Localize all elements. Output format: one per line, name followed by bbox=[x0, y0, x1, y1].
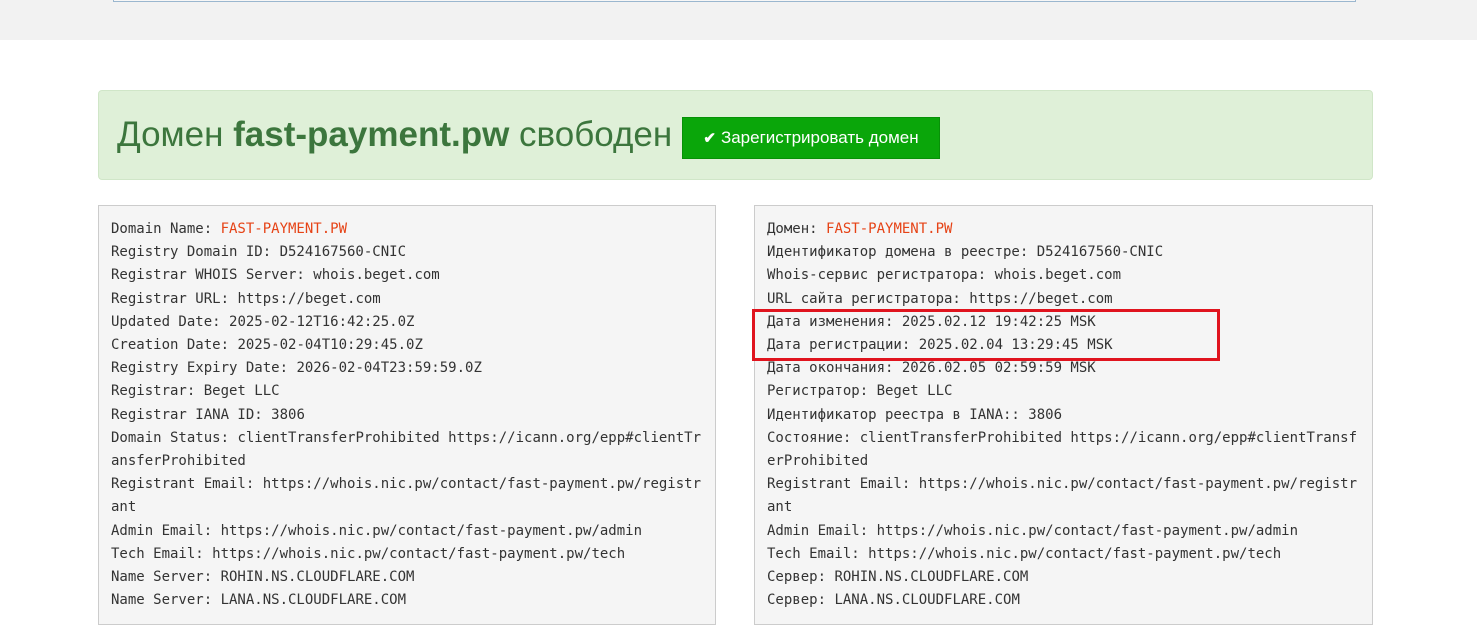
whois-key: Идентификатор домена в реестре: bbox=[767, 244, 1037, 261]
whois-value: ROHIN.NS.CLOUDFLARE.COM bbox=[220, 569, 415, 586]
whois-value: 2025.02.12 19:42:25 MSK bbox=[901, 313, 1096, 330]
whois-key: Registry Expiry Date: bbox=[111, 360, 297, 377]
whois-line: Дата изменения: 2025.02.12 19:42:25 MSK bbox=[767, 311, 1360, 334]
alert-title: Домен fast-payment.pw свободен bbox=[117, 113, 672, 157]
whois-key: Сервер: bbox=[767, 592, 835, 609]
whois-line: Tech Email: https://whois.nic.pw/contact… bbox=[111, 543, 703, 566]
whois-value: ROHIN.NS.CLOUDFLARE.COM bbox=[834, 569, 1029, 586]
whois-key: Состояние: bbox=[767, 429, 860, 446]
whois-line: Дата регистрации: 2025.02.04 13:29:45 MS… bbox=[767, 334, 1360, 357]
whois-value: whois.beget.com bbox=[994, 267, 1122, 284]
whois-value: https://whois.nic.pw/contact/fast-paymen… bbox=[220, 522, 643, 539]
register-button-label: Зарегистрировать домен bbox=[720, 128, 919, 147]
whois-key: Domain Name: bbox=[111, 221, 221, 237]
whois-line: Registrant Email: https://whois.nic.pw/c… bbox=[767, 473, 1360, 519]
whois-value: FAST-PAYMENT.PW bbox=[826, 221, 953, 237]
whois-line: Домен: FAST-PAYMENT.PW bbox=[767, 218, 1360, 241]
check-icon: ✔ bbox=[703, 130, 716, 147]
whois-key: Whois-сервис регистратора: bbox=[767, 267, 995, 284]
whois-value: https://beget.com bbox=[237, 290, 381, 307]
alert-domain: fast-payment.pw bbox=[233, 115, 510, 154]
whois-value: 2026.02.05 02:59:59 MSK bbox=[901, 360, 1096, 377]
whois-key: Admin Email: bbox=[767, 522, 877, 539]
whois-key: Tech Email: bbox=[111, 545, 213, 562]
whois-value: https://whois.nic.pw/contact/fast-paymen… bbox=[212, 545, 626, 562]
whois-key: Admin Email: bbox=[111, 522, 221, 539]
whois-value: Beget LLC bbox=[203, 383, 280, 400]
whois-key: Дата изменения: bbox=[767, 313, 902, 330]
whois-key: Domain Status: bbox=[111, 429, 238, 446]
whois-line: Идентификатор домена в реестре: D5241675… bbox=[767, 241, 1360, 264]
whois-key: Tech Email: bbox=[767, 545, 869, 562]
whois-value: LANA.NS.CLOUDFLARE.COM bbox=[834, 592, 1020, 609]
whois-value: https://whois.nic.pw/contact/fast-paymen… bbox=[876, 522, 1299, 539]
whois-key: Дата окончания: bbox=[767, 360, 902, 377]
whois-key: Name Server: bbox=[111, 592, 221, 609]
whois-value: 3806 bbox=[271, 406, 305, 423]
whois-key: Сервер: bbox=[767, 569, 835, 586]
whois-value: https://beget.com bbox=[969, 290, 1113, 307]
alert-suffix: свободен bbox=[509, 115, 673, 154]
whois-line: Name Server: LANA.NS.CLOUDFLARE.COM bbox=[111, 589, 703, 612]
whois-key: Registrant Email: bbox=[767, 476, 919, 493]
whois-line: Updated Date: 2025-02-12T16:42:25.0Z bbox=[111, 311, 703, 334]
whois-key: Updated Date: bbox=[111, 313, 230, 330]
whois-value: 2026-02-04T23:59:59.0Z bbox=[296, 360, 482, 377]
whois-line: Дата окончания: 2026.02.05 02:59:59 MSK bbox=[767, 357, 1360, 380]
whois-line: Registrar IANA ID: 3806 bbox=[111, 404, 703, 427]
whois-key: Идентификатор реестра в IANA:: bbox=[767, 406, 1029, 423]
whois-line: Registry Domain ID: D524167560-CNIC bbox=[111, 241, 703, 264]
whois-line: Domain Name: FAST-PAYMENT.PW bbox=[111, 218, 703, 241]
whois-line: Registrant Email: https://whois.nic.pw/c… bbox=[111, 473, 703, 519]
whois-value: D524167560-CNIC bbox=[279, 244, 407, 261]
whois-key: Registrar WHOIS Server: bbox=[111, 267, 314, 284]
whois-value: 2025.02.04 13:29:45 MSK bbox=[918, 337, 1113, 354]
whois-key: URL сайта регистратора: bbox=[767, 290, 970, 307]
whois-value: 2025-02-04T10:29:45.0Z bbox=[237, 337, 423, 354]
whois-line: Registrar: Beget LLC bbox=[111, 380, 703, 403]
whois-line: Creation Date: 2025-02-04T10:29:45.0Z bbox=[111, 334, 703, 357]
whois-key: Creation Date: bbox=[111, 337, 238, 354]
whois-line: Domain Status: clientTransferProhibited … bbox=[111, 427, 703, 473]
whois-value: whois.beget.com bbox=[313, 267, 440, 284]
whois-value: LANA.NS.CLOUDFLARE.COM bbox=[220, 592, 407, 609]
whois-line: Идентификатор реестра в IANA:: 3806 bbox=[767, 404, 1360, 427]
whois-key: Registrar: bbox=[111, 383, 204, 400]
whois-raw-en: Domain Name: FAST-PAYMENT.PW Registry Dom… bbox=[98, 205, 716, 625]
whois-key: Registrar IANA ID: bbox=[111, 406, 272, 423]
whois-line: Регистратор: Beget LLC bbox=[767, 380, 1360, 403]
whois-line: Сервер: LANA.NS.CLOUDFLARE.COM bbox=[767, 589, 1360, 612]
domain-available-alert: Домен fast-payment.pw свободен ✔ Зарегист… bbox=[98, 90, 1373, 180]
whois-line: Whois-сервис регистратора: whois.beget.c… bbox=[767, 264, 1360, 287]
whois-line: Состояние: clientTransferProhibited http… bbox=[767, 427, 1360, 473]
whois-line: Сервер: ROHIN.NS.CLOUDFLARE.COM bbox=[767, 566, 1360, 589]
whois-line: Registrar WHOIS Server: whois.beget.com bbox=[111, 264, 703, 287]
whois-value: https://whois.nic.pw/contact/fast-paymen… bbox=[868, 545, 1282, 562]
whois-key: Registrant Email: bbox=[111, 476, 263, 493]
whois-line: Name Server: ROHIN.NS.CLOUDFLARE.COM bbox=[111, 566, 703, 589]
whois-value: 2025-02-12T16:42:25.0Z bbox=[229, 313, 415, 330]
whois-line: Registrar URL: https://beget.com bbox=[111, 288, 703, 311]
register-domain-button[interactable]: ✔ Зарегистрировать домен bbox=[682, 117, 940, 159]
whois-key: Registrar URL: bbox=[111, 290, 238, 307]
whois-key: Дата регистрации: bbox=[767, 337, 919, 354]
whois-key: Name Server: bbox=[111, 569, 221, 586]
search-input-edge[interactable] bbox=[113, 0, 1356, 2]
whois-translated-ru: Домен: FAST-PAYMENT.PW Идентификатор доме… bbox=[754, 205, 1373, 625]
whois-value: 3806 bbox=[1028, 406, 1063, 423]
whois-line: Registry Expiry Date: 2026-02-04T23:59:5… bbox=[111, 357, 703, 380]
whois-line: Admin Email: https://whois.nic.pw/contac… bbox=[111, 520, 703, 543]
whois-value: Beget LLC bbox=[876, 383, 953, 400]
top-band bbox=[0, 0, 1477, 40]
whois-key: Домен: bbox=[767, 221, 827, 237]
whois-key: Registry Domain ID: bbox=[111, 244, 280, 261]
alert-prefix: Домен bbox=[117, 115, 234, 154]
whois-value: FAST-PAYMENT.PW bbox=[220, 221, 348, 237]
whois-line: Admin Email: https://whois.nic.pw/contac… bbox=[767, 520, 1360, 543]
whois-value: D524167560-CNIC bbox=[1036, 244, 1164, 261]
whois-line: Tech Email: https://whois.nic.pw/contact… bbox=[767, 543, 1360, 566]
whois-key: Регистратор: bbox=[767, 383, 877, 400]
whois-line: URL сайта регистратора: https://beget.co… bbox=[767, 288, 1360, 311]
